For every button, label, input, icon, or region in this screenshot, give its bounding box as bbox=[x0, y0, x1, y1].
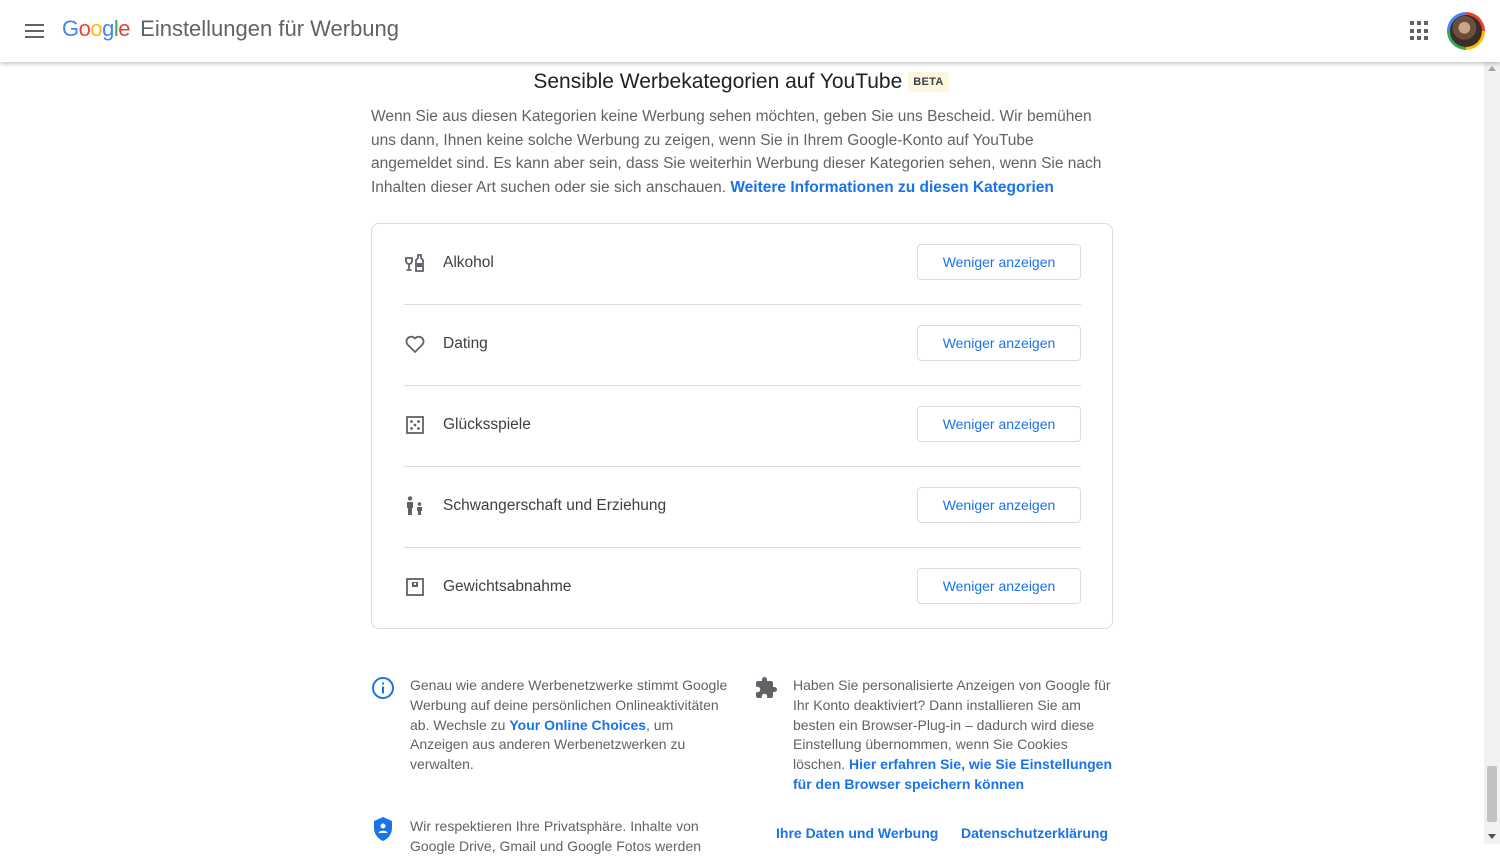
section-intro: Wenn Sie aus diesen Kategorien keine Wer… bbox=[371, 105, 1113, 199]
show-less-button-dating[interactable]: Weniger anzeigen bbox=[917, 325, 1081, 361]
category-row-alkohol: Alkohol Weniger anzeigen bbox=[404, 224, 1081, 305]
show-less-button-gluecksspiele[interactable]: Weniger anzeigen bbox=[917, 406, 1081, 442]
logo-letter: e bbox=[118, 16, 131, 41]
show-less-button-gewichtsabnahme[interactable]: Weniger anzeigen bbox=[917, 568, 1081, 604]
dice-icon bbox=[406, 416, 424, 434]
category-label: Glücksspiele bbox=[443, 416, 531, 433]
category-row-gluecksspiele: Glücksspiele Weniger anzeigen bbox=[404, 386, 1081, 467]
your-online-choices-link[interactable]: Your Online Choices bbox=[509, 717, 646, 733]
apps-grid-icon[interactable] bbox=[1410, 21, 1430, 41]
heart-icon bbox=[405, 335, 425, 353]
category-row-gewichtsabnahme: Gewichtsabnahme Weniger anzeigen bbox=[404, 548, 1081, 628]
privacy-policy-link[interactable]: Datenschutzerklärung bbox=[961, 825, 1108, 841]
show-less-button-alkohol[interactable]: Weniger anzeigen bbox=[917, 244, 1081, 280]
app-brand[interactable]: Google Einstellungen für Werbung bbox=[62, 16, 399, 42]
top-app-bar: Google Einstellungen für Werbung bbox=[0, 0, 1500, 62]
categories-card: Alkohol Weniger anzeigen Dating Weniger … bbox=[371, 223, 1113, 629]
logo-letter: g bbox=[102, 16, 114, 41]
shield-icon bbox=[374, 817, 392, 841]
beta-badge: BETA bbox=[908, 72, 949, 92]
category-label: Schwangerschaft und Erziehung bbox=[443, 497, 667, 514]
browser-plugin-info: Haben Sie personalisierte Anzeigen von G… bbox=[793, 676, 1115, 795]
puzzle-piece-icon bbox=[756, 677, 777, 698]
section-title-text: Sensible Werbekategorien auf YouTube bbox=[533, 70, 903, 93]
parent-child-icon bbox=[407, 496, 422, 515]
category-row-schwangerschaft: Schwangerschaft und Erziehung Weniger an… bbox=[404, 467, 1081, 548]
category-label: Alkohol bbox=[443, 254, 494, 271]
category-row-dating: Dating Weniger anzeigen bbox=[404, 305, 1081, 386]
scroll-down-arrow-icon[interactable] bbox=[1488, 834, 1496, 839]
hamburger-menu-icon[interactable] bbox=[22, 18, 48, 44]
section-title: Sensible Werbekategorien auf YouTube BETA bbox=[370, 70, 1112, 94]
scroll-up-arrow-icon[interactable] bbox=[1488, 66, 1496, 71]
show-less-button-schwangerschaft[interactable]: Weniger anzeigen bbox=[917, 487, 1081, 523]
your-data-and-ads-link[interactable]: Ihre Daten und Werbung bbox=[776, 825, 938, 841]
privacy-info: Wir respektieren Ihre Privatsphäre. Inha… bbox=[410, 817, 730, 857]
more-info-link[interactable]: Weitere Informationen zu diesen Kategori… bbox=[730, 179, 1054, 196]
online-choices-info: Genau wie andere Werbenetzwerke stimmt G… bbox=[410, 676, 730, 775]
google-logo: Google bbox=[62, 16, 136, 41]
alcohol-icon bbox=[405, 254, 424, 272]
scrollbar-thumb[interactable] bbox=[1487, 766, 1497, 822]
info-icon bbox=[372, 677, 394, 699]
page-scrollbar[interactable] bbox=[1484, 62, 1500, 844]
logo-letter: G bbox=[62, 16, 79, 41]
logo-letter: o bbox=[78, 16, 91, 41]
scale-icon bbox=[406, 578, 424, 596]
logo-letter: o bbox=[90, 16, 103, 41]
privacy-text: Wir respektieren Ihre Privatsphäre. Inha… bbox=[410, 818, 702, 854]
account-avatar[interactable] bbox=[1447, 12, 1485, 50]
app-title: Einstellungen für Werbung bbox=[140, 16, 400, 41]
category-label: Gewichtsabnahme bbox=[443, 578, 572, 595]
category-label: Dating bbox=[443, 335, 488, 352]
